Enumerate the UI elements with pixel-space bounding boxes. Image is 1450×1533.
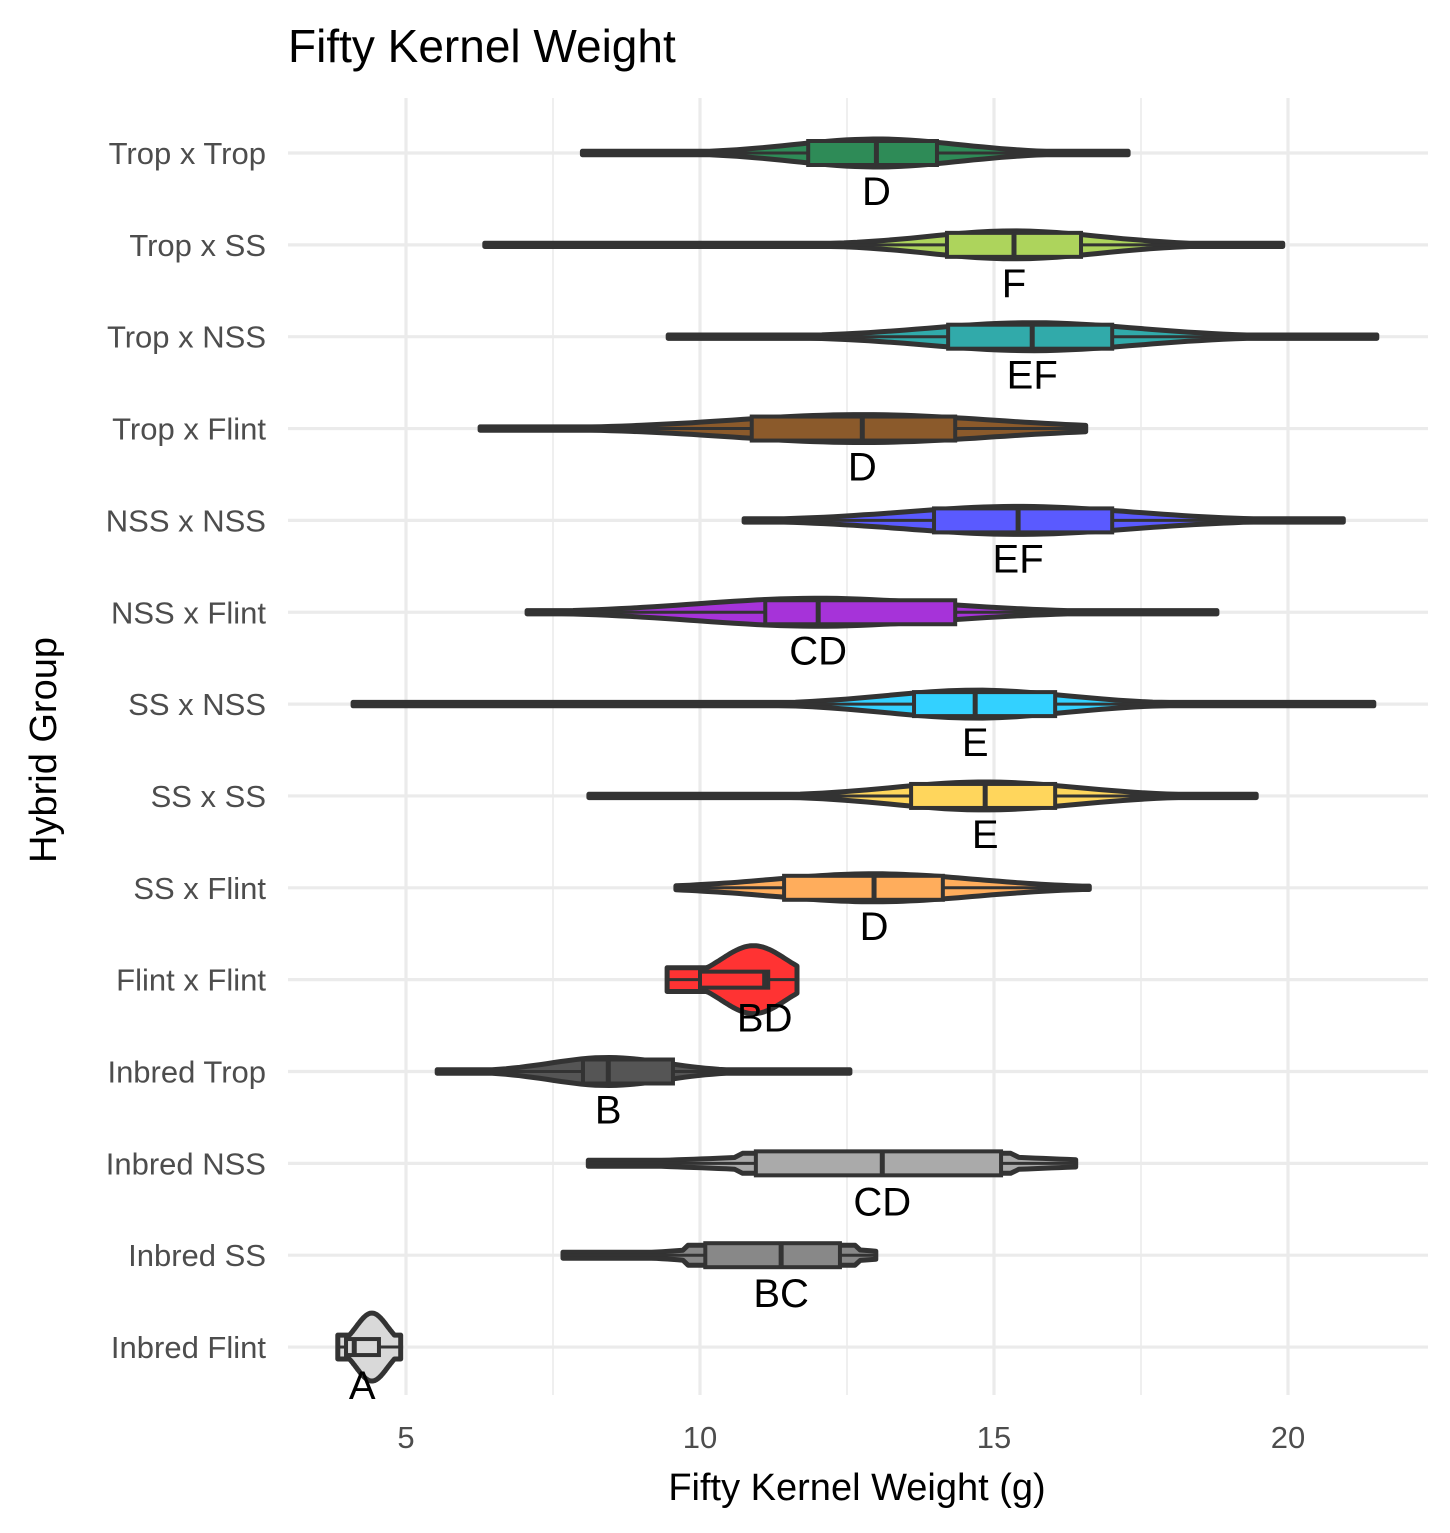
x-tick-label: 5 xyxy=(397,1420,414,1455)
violin-group xyxy=(586,779,1259,813)
y-tick-label: NSS x NSS xyxy=(106,503,266,538)
significance-letter: A xyxy=(349,1364,376,1408)
significance-letter: CD xyxy=(789,629,847,673)
violin-group xyxy=(524,595,1220,629)
significance-letter: B xyxy=(595,1089,622,1133)
box-iqr xyxy=(806,139,939,167)
y-tick-label: SS x SS xyxy=(151,779,266,814)
y-tick-label: Inbred Flint xyxy=(111,1330,266,1365)
violin-group xyxy=(673,871,1092,905)
y-tick-label: SS x NSS xyxy=(128,687,266,722)
y-tick-label: SS x Flint xyxy=(133,871,266,906)
box-iqr xyxy=(344,1337,381,1358)
violin-group xyxy=(434,1055,853,1088)
significance-letter: BD xyxy=(737,997,793,1041)
significance-letter: F xyxy=(1002,262,1026,306)
y-tick-label: Trop x NSS xyxy=(107,320,266,355)
box-iqr xyxy=(753,1149,1004,1178)
chart-title: Fifty Kernel Weight xyxy=(288,20,676,72)
significance-letter: D xyxy=(848,446,877,490)
violin-group xyxy=(741,503,1346,537)
box-iqr xyxy=(763,598,958,627)
significance-letter: E xyxy=(972,813,999,857)
significance-letter: EF xyxy=(1007,354,1058,398)
box-iqr xyxy=(932,506,1115,535)
violin-chart: Fifty Kernel Weight D F EF D EF CD E E D BD B CD BC A… xyxy=(23,20,1428,1509)
box-iqr xyxy=(580,1057,675,1086)
y-axis-labels: Trop x Trop Trop x SS Trop x NSS Trop x Fli… xyxy=(106,136,267,1365)
box-iqr xyxy=(703,1241,842,1270)
box-iqr xyxy=(698,969,771,990)
significance-letter: EF xyxy=(993,537,1044,581)
box-iqr xyxy=(782,873,945,902)
significance-letter: E xyxy=(962,721,989,765)
significance-letter: CD xyxy=(853,1180,911,1224)
y-tick-label: Inbred SS xyxy=(128,1238,266,1273)
violin-group xyxy=(477,412,1089,445)
violin-group xyxy=(350,687,1377,721)
y-tick-label: Inbred Trop xyxy=(107,1055,266,1090)
x-axis-labels: 5 10 15 20 xyxy=(397,1420,1305,1455)
x-tick-label: 15 xyxy=(977,1420,1011,1455)
y-tick-label: NSS x Flint xyxy=(111,595,266,630)
box-iqr xyxy=(912,690,1058,719)
x-tick-label: 20 xyxy=(1271,1420,1305,1455)
box-iqr xyxy=(749,414,958,443)
y-tick-label: Trop x Trop xyxy=(109,136,266,171)
y-tick-label: Trop x SS xyxy=(129,228,266,263)
significance-letter: BC xyxy=(753,1272,809,1316)
violin-group xyxy=(560,1241,879,1270)
violin-group xyxy=(665,320,1380,354)
violin-group xyxy=(579,136,1131,170)
y-tick-label: Flint x Flint xyxy=(116,963,266,998)
violin-group xyxy=(585,1149,1079,1178)
y-axis-title: Hybrid Group xyxy=(23,637,65,863)
violin-group xyxy=(482,228,1286,262)
significance-letter: D xyxy=(862,170,891,214)
y-tick-label: Trop x Flint xyxy=(112,412,266,447)
x-axis-title: Fifty Kernel Weight (g) xyxy=(668,1467,1045,1509)
x-tick-label: 10 xyxy=(683,1420,717,1455)
y-tick-label: Inbred NSS xyxy=(106,1146,266,1181)
significance-letter: D xyxy=(860,905,889,949)
